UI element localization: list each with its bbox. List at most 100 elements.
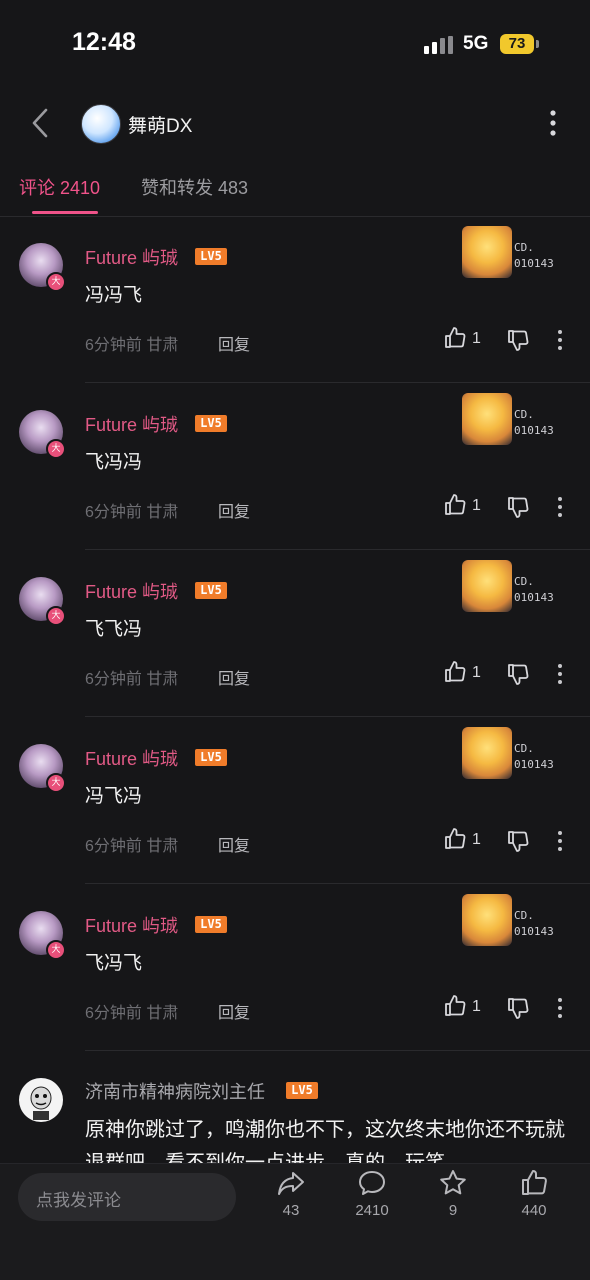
comment-item: 大 Future 屿珹 LV5 CD. 010143 飞飞冯 6分钟前 甘肃 回… <box>0 550 590 717</box>
comment-more-icon[interactable] <box>550 328 570 352</box>
thumbs-up-icon[interactable] <box>443 827 467 851</box>
thumbs-down-icon[interactable] <box>506 495 530 519</box>
comment-more-icon[interactable] <box>550 996 570 1020</box>
fan-card: CD. 010143 <box>460 894 560 950</box>
meme-face-icon <box>30 1086 52 1120</box>
comment-button[interactable]: 2410 <box>337 1168 407 1232</box>
comment-username[interactable]: Future 屿珹 <box>85 411 178 437</box>
active-tab-indicator <box>32 211 98 214</box>
reply-button[interactable]: 回复 <box>218 832 250 856</box>
fan-card-number: CD. 010143 <box>514 575 554 604</box>
thumbs-up-icon[interactable] <box>443 994 467 1018</box>
comment-location: 甘肃 <box>146 838 179 855</box>
comment-location: 甘肃 <box>146 504 179 521</box>
thumbs-down-icon[interactable] <box>506 996 530 1020</box>
comment-text: 原神你跳过了，鸣潮你也不下，这次终末地你还不玩就退群吧，看不到你一点进步，真的，… <box>85 1119 565 1163</box>
favorite-count: 9 <box>448 1202 458 1219</box>
level-badge: LV5 <box>286 1082 318 1099</box>
avatar-badge: 大 <box>46 940 66 960</box>
comment-text: 冯飞冯 <box>85 786 143 807</box>
channel-avatar[interactable] <box>81 104 121 144</box>
comment-more-icon[interactable] <box>550 829 570 853</box>
level-badge: LV5 <box>195 916 227 933</box>
comment-username[interactable]: Future 屿珹 <box>85 912 178 938</box>
network-type: 5G <box>463 33 489 54</box>
comment-meta: 6分钟前 甘肃 <box>85 832 178 856</box>
fan-card-image <box>462 226 512 278</box>
comment-item: 大 Future 屿珹 LV5 CD. 010143 冯飞冯 6分钟前 甘肃 回… <box>0 717 590 884</box>
comment-item: 济南市精神病院刘主任 LV5 原神你跳过了，鸣潮你也不下，这次终末地你还不玩就退… <box>0 1048 590 1163</box>
tab-likes-reposts[interactable]: 赞和转发 483 <box>141 174 248 200</box>
thumbs-up-icon[interactable] <box>443 660 467 684</box>
fan-card-image <box>462 560 512 612</box>
comment-location: 甘肃 <box>146 1005 179 1022</box>
user-avatar[interactable] <box>19 1078 63 1122</box>
header: 舞萌DX <box>0 88 590 158</box>
bottom-action-bar: 点我发评论 43 2410 9 440 <box>0 1163 590 1280</box>
tab-comments[interactable]: 评论 2410 <box>19 174 100 200</box>
level-badge: LV5 <box>195 248 227 265</box>
reply-button[interactable]: 回复 <box>218 665 250 689</box>
thumbs-up-icon[interactable] <box>443 326 467 350</box>
comment-time: 6分钟前 <box>85 504 142 521</box>
fan-card-image <box>462 393 512 445</box>
level-badge: LV5 <box>195 415 227 432</box>
comment-time: 6分钟前 <box>85 1005 142 1022</box>
status-bar: 12:48 5G 73 <box>0 0 590 88</box>
back-icon[interactable] <box>26 106 56 140</box>
comment-username[interactable]: Future 屿珹 <box>85 578 178 604</box>
level-badge: LV5 <box>195 749 227 766</box>
comment-username[interactable]: 济南市精神病院刘主任 <box>85 1078 265 1104</box>
share-count: 43 <box>282 1202 300 1219</box>
fan-card: CD. 010143 <box>460 226 560 282</box>
like-count: 440 <box>521 1202 547 1219</box>
fan-card-number: CD. 010143 <box>514 408 554 437</box>
like-count: 1 <box>472 497 481 514</box>
share-icon <box>278 1172 304 1195</box>
comment-meta: 6分钟前 甘肃 <box>85 498 178 522</box>
comment-username[interactable]: Future 屿珹 <box>85 745 178 771</box>
fan-card-number: CD. 010143 <box>514 742 554 771</box>
thumbs-down-icon[interactable] <box>506 829 530 853</box>
comment-input-placeholder: 点我发评论 <box>36 1191 121 1210</box>
battery-icon: 73 <box>500 34 534 54</box>
thumbs-down-icon[interactable] <box>506 328 530 352</box>
avatar-badge: 大 <box>46 272 66 292</box>
like-button[interactable]: 440 <box>499 1168 569 1232</box>
battery-tip <box>536 40 539 48</box>
fan-card: CD. 010143 <box>460 727 560 783</box>
reply-button[interactable]: 回复 <box>218 498 250 522</box>
reply-button[interactable]: 回复 <box>218 331 250 355</box>
level-badge: LV5 <box>195 582 227 599</box>
fan-card-image <box>462 727 512 779</box>
share-button[interactable]: 43 <box>256 1168 326 1232</box>
signal-icon <box>424 36 453 54</box>
avatar-badge: 大 <box>46 439 66 459</box>
page-title[interactable]: 舞萌DX <box>128 111 192 138</box>
comment-more-icon[interactable] <box>550 662 570 686</box>
comment-meta: 6分钟前 甘肃 <box>85 331 178 355</box>
comment-item: 大 Future 屿珹 LV5 CD. 010143 飞冯冯 6分钟前 甘肃 回… <box>0 383 590 550</box>
comment-meta: 6分钟前 甘肃 <box>85 665 178 689</box>
fan-card-number: CD. 010143 <box>514 909 554 938</box>
comment-text: 冯冯飞 <box>85 285 143 306</box>
more-options-icon[interactable] <box>540 108 566 138</box>
comment-location: 甘肃 <box>146 671 179 688</box>
comment-username[interactable]: Future 屿珹 <box>85 244 178 270</box>
thumbs-down-icon[interactable] <box>506 662 530 686</box>
comment-input[interactable]: 点我发评论 <box>18 1173 236 1221</box>
like-count: 1 <box>472 330 481 347</box>
star-icon <box>440 1170 466 1195</box>
comment-time: 6分钟前 <box>85 337 142 354</box>
favorite-button[interactable]: 9 <box>418 1168 488 1232</box>
status-time: 12:48 <box>72 28 136 56</box>
comment-text: 飞飞冯 <box>85 619 143 640</box>
like-count: 1 <box>472 998 481 1015</box>
thumbs-up-icon[interactable] <box>443 493 467 517</box>
comment-more-icon[interactable] <box>550 495 570 519</box>
tab-bar: 评论 2410 赞和转发 483 <box>0 158 590 217</box>
comment-location: 甘肃 <box>146 337 179 354</box>
screen: 12:48 5G 73 舞萌DX 评论 2410 赞和转发 483 大 Futu… <box>0 0 590 1280</box>
comment-count: 2410 <box>355 1202 389 1219</box>
reply-button[interactable]: 回复 <box>218 999 250 1023</box>
